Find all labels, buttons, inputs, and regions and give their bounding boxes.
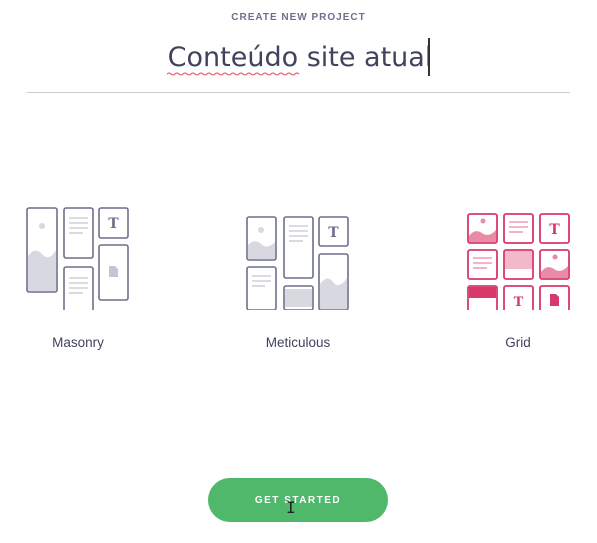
spellcheck-underline <box>167 72 300 76</box>
layout-label-masonry: Masonry <box>52 335 104 350</box>
get-started-button[interactable]: GET STARTED <box>208 478 388 522</box>
layout-option-meticulous[interactable]: T Meticulous <box>223 200 373 360</box>
mouse-ibeam-icon: I <box>286 498 296 517</box>
text-tile-glyph: T <box>514 295 524 310</box>
text-tile-glyph: T <box>328 225 339 241</box>
text-tile-glyph: T <box>549 222 560 238</box>
layout-option-masonry[interactable]: T Masonry <box>3 200 153 360</box>
title-divider <box>27 92 570 93</box>
text-tile-glyph: T <box>108 216 119 232</box>
masonry-layout-icon: T <box>26 207 129 310</box>
layout-label-grid: Grid <box>505 335 531 350</box>
grid-layout-icon: T T <box>467 213 570 310</box>
meticulous-layout-icon: T <box>246 216 349 310</box>
layout-label-meticulous: Meticulous <box>265 335 331 350</box>
text-caret <box>428 38 430 76</box>
create-project-label: CREATE NEW PROJECT <box>231 12 366 23</box>
layout-option-grid[interactable]: T T Grid <box>443 200 593 360</box>
